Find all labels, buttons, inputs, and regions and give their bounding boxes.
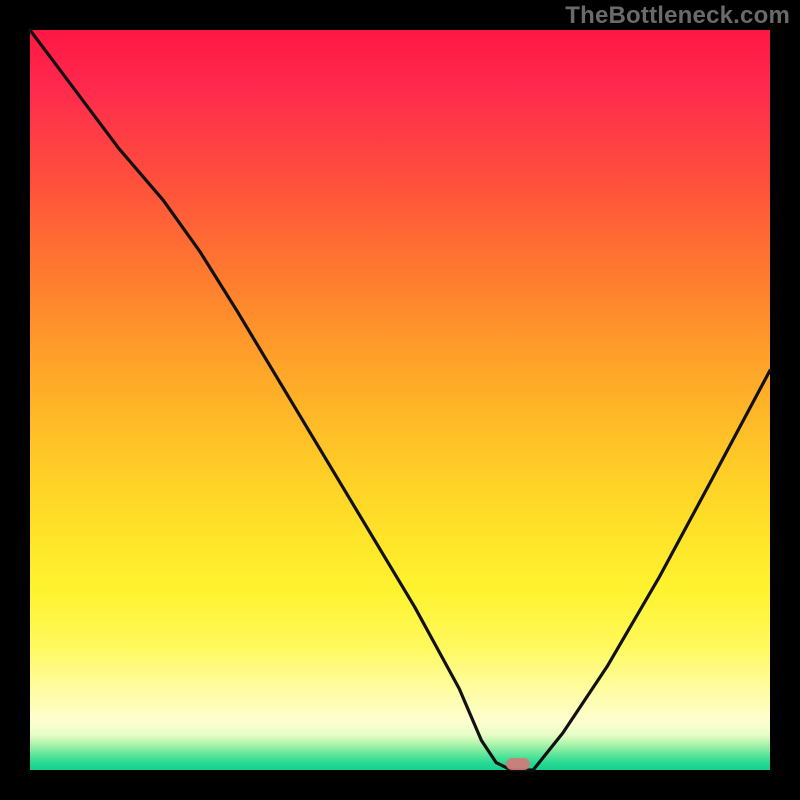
bottleneck-curve: [30, 30, 770, 770]
optimal-point-marker: [506, 758, 530, 770]
chart-frame: TheBottleneck.com: [0, 0, 800, 800]
watermark-text: TheBottleneck.com: [0, 2, 800, 30]
curve-svg: [30, 30, 770, 770]
